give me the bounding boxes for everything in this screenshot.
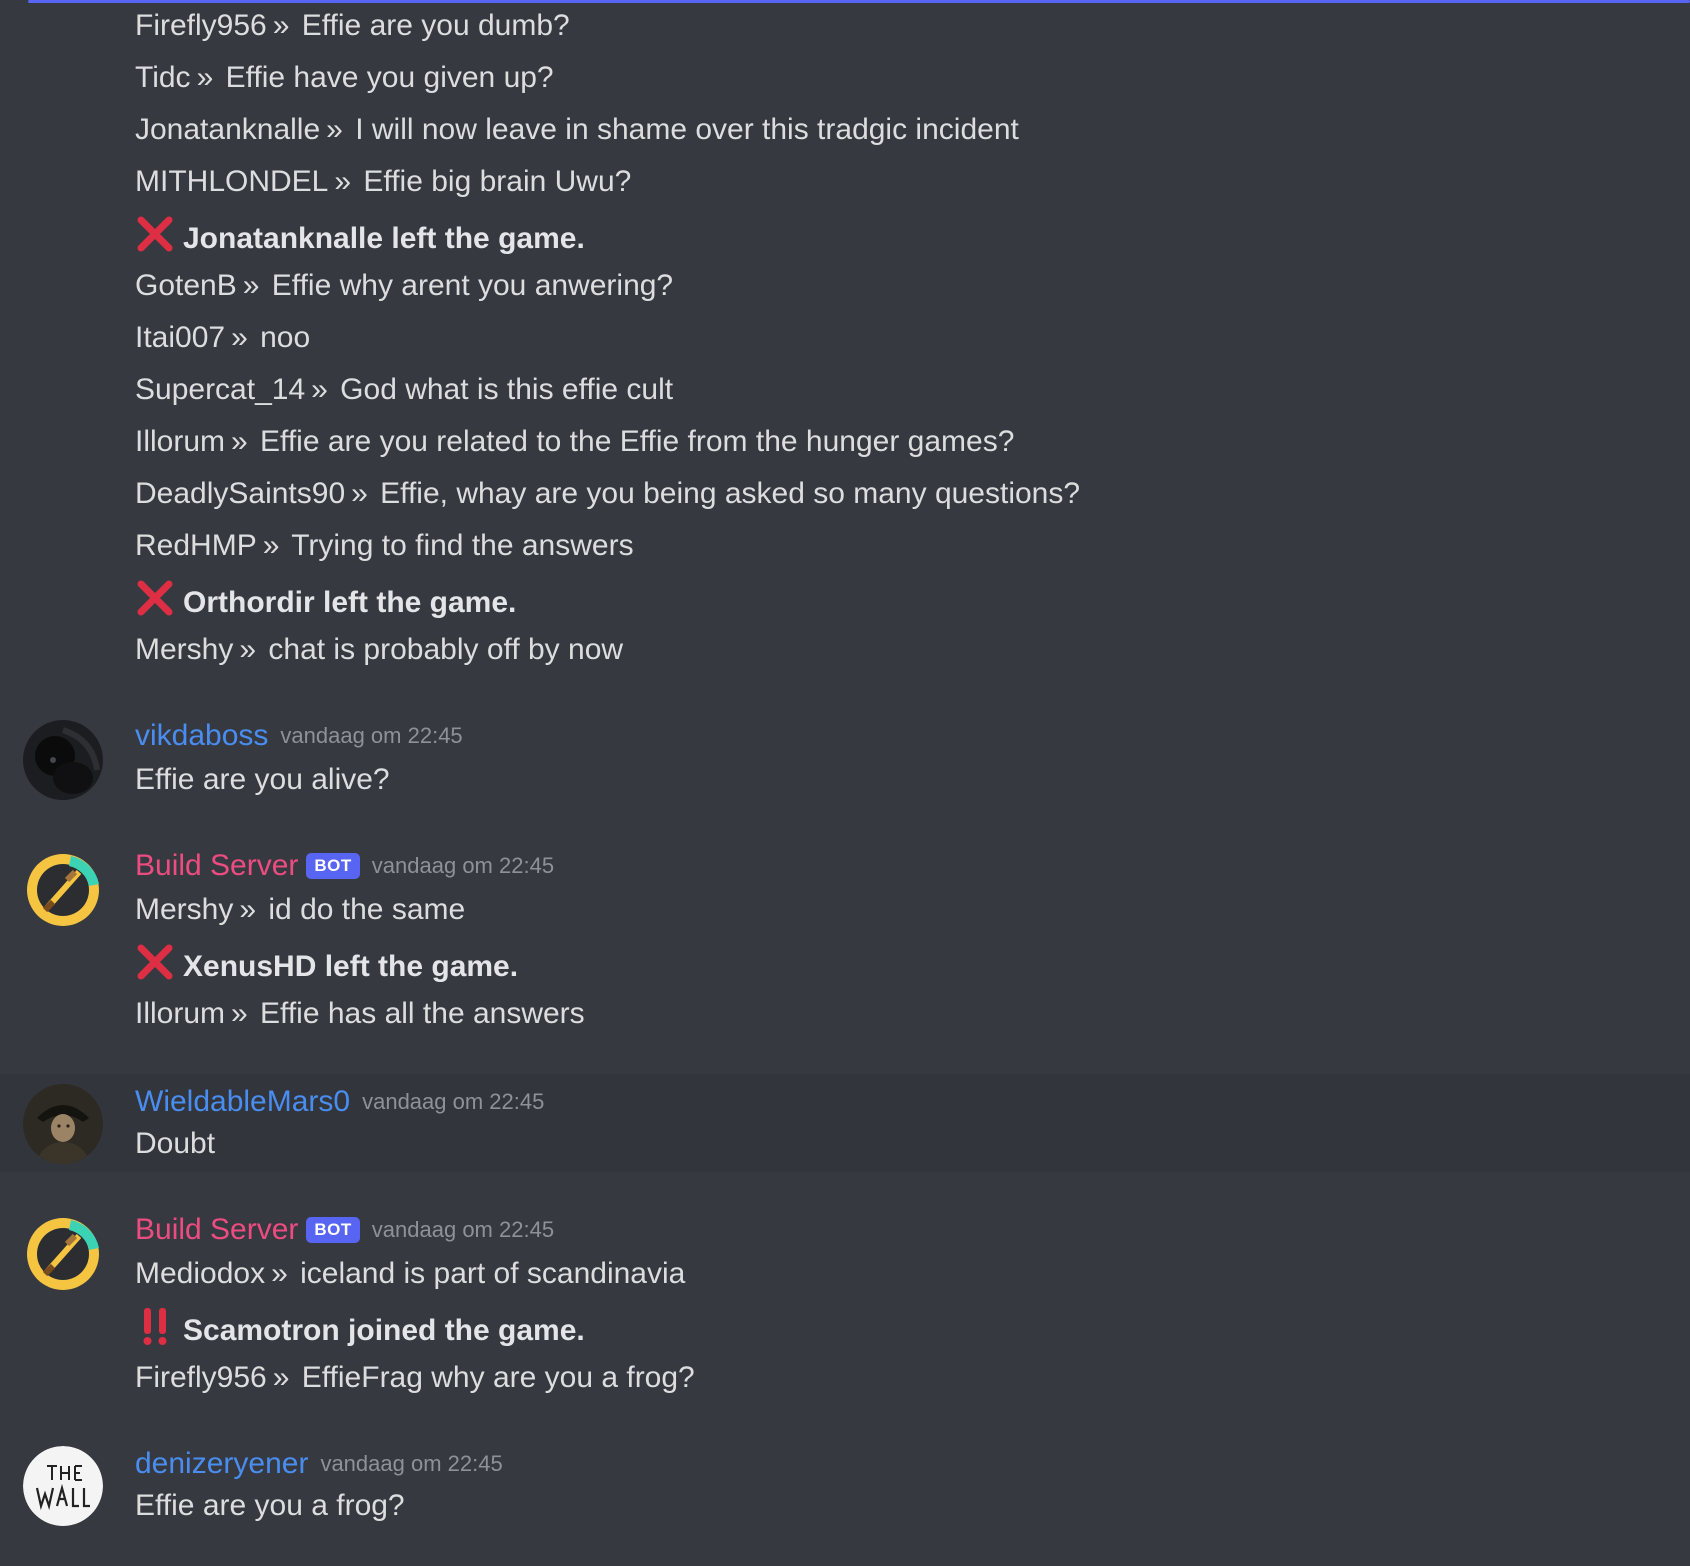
bot-tag: BOT — [306, 1217, 360, 1243]
timestamp[interactable]: vandaag om 22:45 — [280, 723, 462, 748]
message-line: Illorum» Effie are you related to the Ef… — [135, 425, 1015, 458]
message-line: DeadlySaints90» Effie, whay are you bein… — [135, 477, 1081, 510]
message-header: WieldableMars0 vandaag om 22:45 — [135, 1082, 544, 1122]
message-line: Doubt — [135, 1127, 216, 1160]
the-wall-avatar — [23, 1446, 103, 1526]
message-line: Jonatanknalle» I will now leave in shame… — [135, 113, 1019, 146]
user-avatar[interactable] — [23, 1446, 103, 1526]
message-group[interactable]: WieldableMars0 vandaag om 22:45 Doubt — [0, 1074, 1690, 1172]
timestamp[interactable]: vandaag om 22:45 — [362, 1089, 544, 1114]
chat-view: Firefly956» Effie are you dumb? Tidc» Ef… — [0, 0, 1690, 1566]
author-name[interactable]: vikdaboss — [135, 719, 268, 752]
message-line: RedHMP» Trying to find the answers — [135, 529, 634, 562]
message-header: Build Server BOT vandaag om 22:45 — [135, 1210, 554, 1250]
message-line: MITHLONDEL» Effie big brain Uwu? — [135, 165, 632, 198]
message-header: Build Server BOT vandaag om 22:45 — [135, 846, 554, 886]
message-group[interactable]: denizeryener vandaag om 22:45 Effie are y… — [0, 1430, 1690, 1540]
cross-mark-icon — [135, 214, 175, 265]
message-line: Itai007» noo — [135, 321, 311, 354]
portrait-avatar — [23, 1084, 103, 1164]
author-name[interactable]: Build Server — [135, 1213, 298, 1246]
minecraft-pickaxe-avatar — [23, 1214, 103, 1294]
message-line: Tidc» Effie have you given up? — [135, 61, 554, 94]
message-line: Mershy» id do the same — [135, 893, 466, 926]
black-cat-avatar — [23, 720, 103, 800]
message-group[interactable]: Build Server BOT vandaag om 22:45 Mediodox… — [0, 1196, 1690, 1406]
new-messages-bar — [28, 0, 1690, 3]
cross-mark-icon — [135, 578, 175, 629]
user-avatar[interactable] — [23, 1084, 103, 1164]
author-name[interactable]: denizeryener — [135, 1447, 308, 1480]
timestamp[interactable]: vandaag om 22:45 — [372, 853, 554, 878]
message-line: Mediodox» iceland is part of scandinavia — [135, 1257, 686, 1290]
bot-avatar[interactable] — [23, 1214, 103, 1294]
message-line: GotenB» Effie why arent you anwering? — [135, 269, 674, 302]
cross-mark-icon — [135, 942, 175, 993]
message-line: Effie are you a frog? — [135, 1489, 405, 1522]
system-message: Scamotron joined the game. — [135, 1306, 585, 1357]
message-line: Mershy» chat is probably off by now — [135, 633, 624, 666]
timestamp[interactable]: vandaag om 22:45 — [320, 1451, 502, 1476]
message-line: Illorum» Effie has all the answers — [135, 997, 585, 1030]
message-line: Effie are you alive? — [135, 763, 390, 796]
double-exclamation-icon — [135, 1306, 175, 1357]
bot-tag: BOT — [306, 853, 360, 879]
message-line: Supercat_14» God what is this effie cult — [135, 373, 674, 406]
message-line: Firefly956» Effie are you dumb? — [135, 9, 570, 42]
message-header: denizeryener vandaag om 22:45 — [135, 1444, 503, 1484]
message-line: Firefly956» EffieFrag why are you a frog… — [135, 1361, 695, 1394]
timestamp[interactable]: vandaag om 22:45 — [372, 1217, 554, 1242]
author-name[interactable]: WieldableMars0 — [135, 1085, 350, 1118]
system-message: Orthordir left the game. — [135, 578, 516, 629]
message-header: vikdaboss vandaag om 22:45 — [135, 716, 463, 756]
bot-avatar[interactable] — [23, 850, 103, 930]
user-avatar[interactable] — [23, 720, 103, 800]
system-message: XenusHD left the game. — [135, 942, 518, 993]
minecraft-pickaxe-avatar — [23, 850, 103, 930]
system-message: Jonatanknalle left the game. — [135, 214, 585, 265]
message-group[interactable]: Build Server BOT vandaag om 22:45 Mershy» … — [0, 832, 1690, 1042]
message-group[interactable]: vikdaboss vandaag om 22:45 Effie are you … — [0, 702, 1690, 812]
author-name[interactable]: Build Server — [135, 849, 298, 882]
